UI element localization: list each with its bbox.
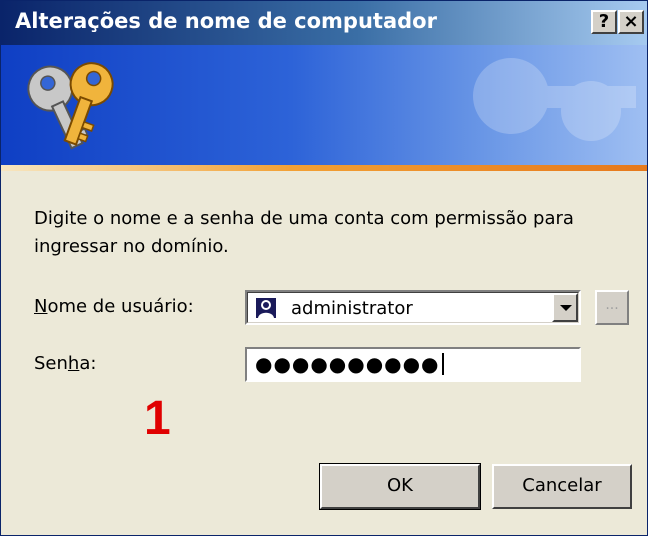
keys-watermark-icon [473, 58, 636, 141]
username-label: Nome de usuário: [34, 296, 194, 317]
banner-divider [1, 165, 647, 171]
password-input[interactable]: ●●●●●●●●●● [245, 347, 581, 382]
instructions-text: Digite o nome e a senha de uma conta com… [34, 208, 574, 257]
dropdown-arrow-icon[interactable] [552, 293, 578, 322]
ok-button[interactable]: OK [319, 463, 481, 510]
step-annotation: 1 [144, 392, 171, 445]
computer-name-changes-dialog: Alterações de nome de computador ? × Dig… [0, 0, 648, 536]
close-button[interactable]: × [618, 10, 644, 34]
help-button[interactable]: ? [591, 10, 617, 34]
keys-icon [27, 62, 114, 150]
cancel-button[interactable]: Cancelar [492, 464, 632, 509]
password-masked-value: ●●●●●●●●●● [255, 352, 444, 376]
username-combobox[interactable]: administrator [245, 290, 581, 325]
user-icon [256, 298, 276, 318]
browse-button[interactable]: ... [595, 290, 629, 325]
title-bar: Alterações de nome de computador ? × [1, 1, 647, 45]
password-label: Senha: [34, 353, 97, 374]
text-caret [441, 353, 444, 375]
window-title: Alterações de nome de computador [15, 9, 437, 33]
username-value: administrator [291, 298, 413, 319]
